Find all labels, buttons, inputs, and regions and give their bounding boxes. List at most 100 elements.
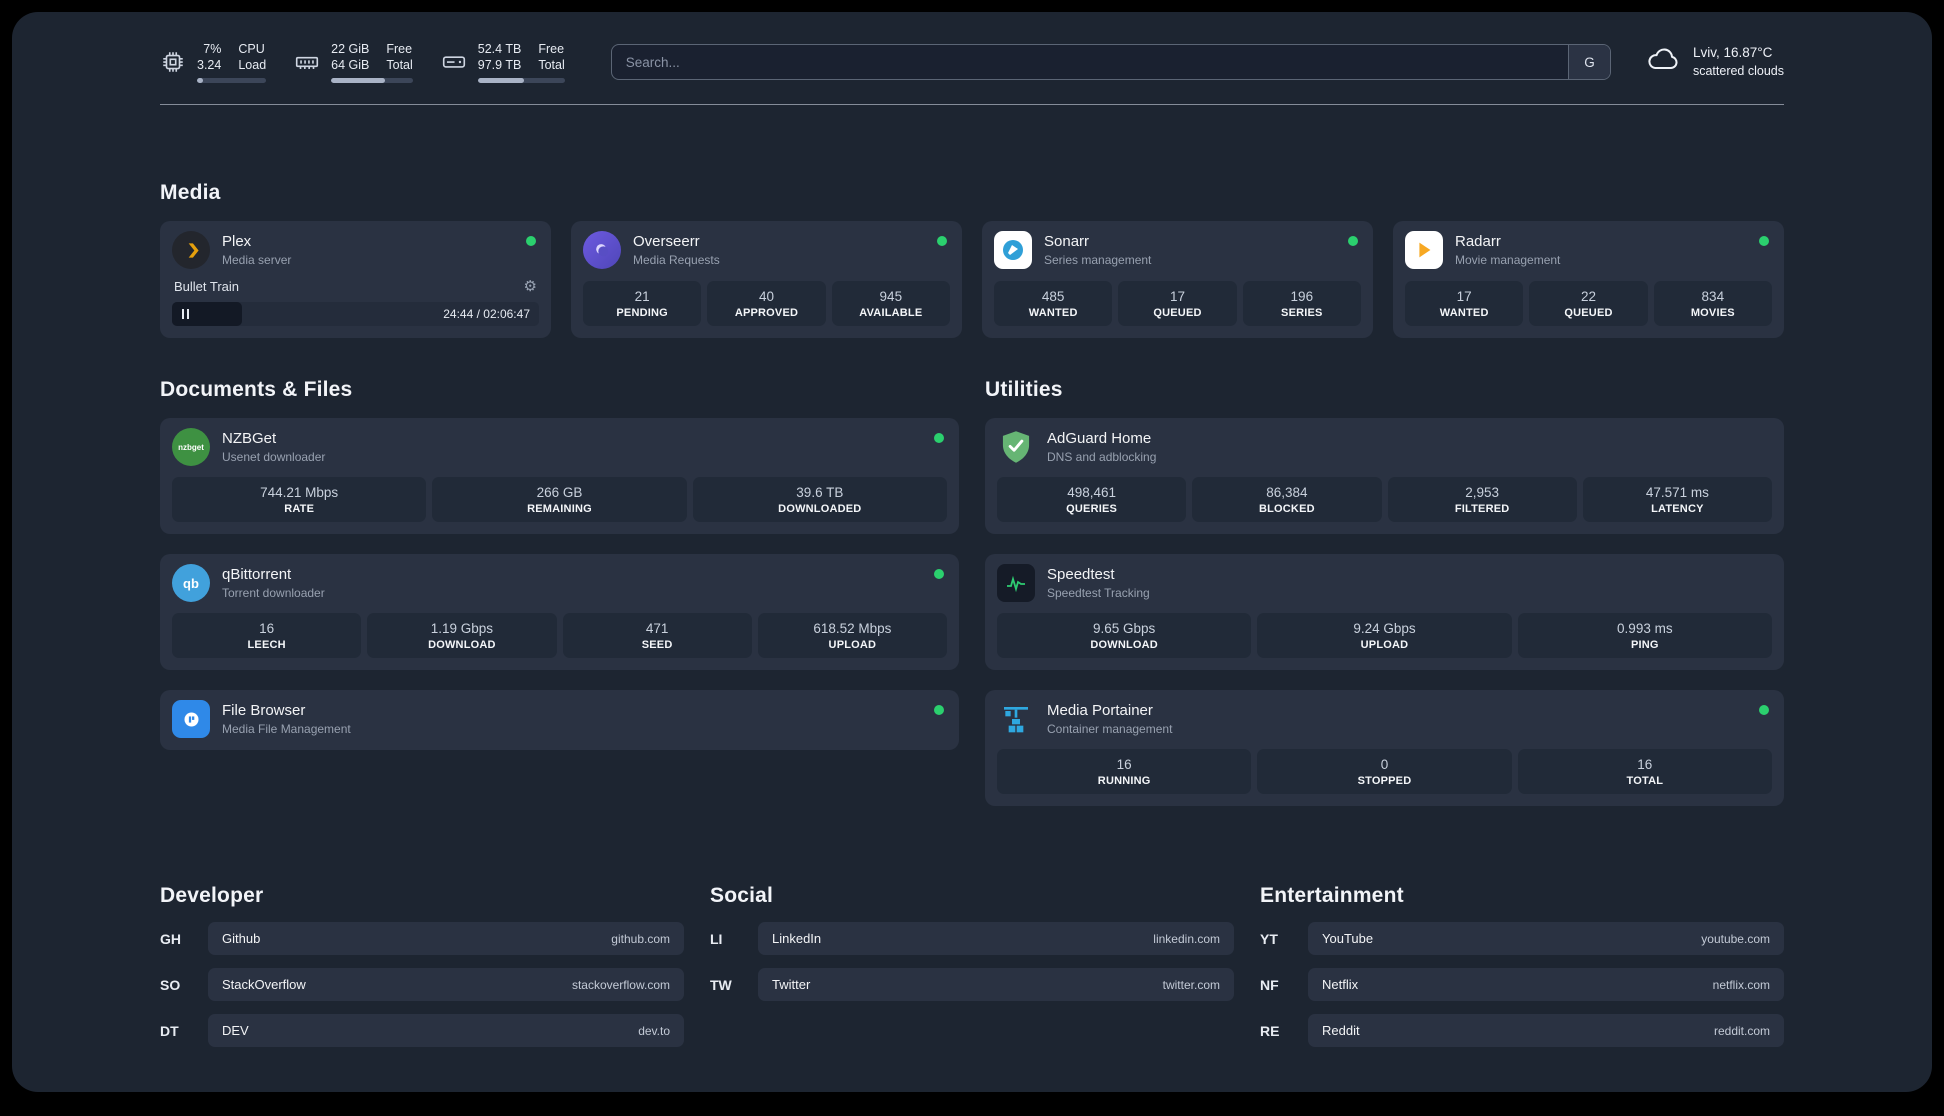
app-card-qbittorrent[interactable]: qb qBittorrent Torrent downloader 16 LEE… xyxy=(160,554,959,670)
stat-value: 1.19 Gbps xyxy=(430,621,494,636)
stat-value: 16 xyxy=(1637,757,1653,772)
stat-box: 17 WANTED xyxy=(1405,281,1524,326)
app-name: Sonarr xyxy=(1044,233,1090,250)
app-card-overseerr[interactable]: Overseerr Media Requests 21 PENDING 40 A… xyxy=(571,221,962,338)
stat-box: 498,461 QUERIES xyxy=(997,477,1187,522)
section-title-media: Media xyxy=(160,181,221,204)
app-card-speedtest[interactable]: Speedtest Speedtest Tracking 9.65 Gbps D… xyxy=(985,554,1784,670)
cpu-widget: 7% 3.24 CPU Load xyxy=(160,41,267,84)
bookmark-name: Netflix xyxy=(1322,977,1359,992)
section-title-documents: Documents & Files xyxy=(160,378,353,401)
app-card-filebrowser[interactable]: File Browser Media File Management xyxy=(160,690,959,750)
bookmark-group-entertainment: Entertainment YT YouTube youtube.com NF … xyxy=(1260,884,1784,1047)
gear-icon[interactable]: ⚙ xyxy=(524,277,537,295)
stat-label: STOPPED xyxy=(1357,775,1412,787)
status-dot xyxy=(937,236,947,246)
stat-box: 266 GB REMAINING xyxy=(432,477,687,522)
app-name: Overseerr xyxy=(633,233,700,250)
stat-label: SEED xyxy=(641,639,673,651)
bookmark-link[interactable]: Twitter twitter.com xyxy=(758,968,1234,1001)
stat-value: 9.65 Gbps xyxy=(1093,621,1156,636)
search-input[interactable] xyxy=(611,45,1568,79)
section-title-developer: Developer xyxy=(160,884,264,907)
status-dot xyxy=(934,705,944,715)
app-subtitle: Speedtest Tracking xyxy=(1047,586,1150,600)
plex-icon xyxy=(172,231,210,269)
disk-label-1: Free xyxy=(538,41,565,56)
stat-box: 0.993 ms PING xyxy=(1517,613,1772,658)
cloud-icon xyxy=(1645,45,1681,78)
stat-label: FILTERED xyxy=(1454,503,1510,515)
cpu-load-value: 3.24 xyxy=(197,58,222,72)
app-card-plex[interactable]: Plex Media server Bullet Train ⚙ 24:44 / xyxy=(160,221,551,338)
bookmark-name: YouTube xyxy=(1322,931,1374,946)
app-subtitle: Media Requests xyxy=(633,253,720,267)
stat-label: AVAILABLE xyxy=(859,307,923,319)
bookmark-link[interactable]: Reddit reddit.com xyxy=(1308,1014,1784,1047)
stat-label: QUERIES xyxy=(1066,503,1118,515)
bookmark-link[interactable]: StackOverflow stackoverflow.com xyxy=(208,968,684,1001)
stat-label: DOWNLOAD xyxy=(1090,639,1158,651)
bookmark-reddit: RE Reddit reddit.com xyxy=(1260,1014,1784,1047)
search-provider-button[interactable]: G xyxy=(1567,45,1610,79)
stat-value: 17 xyxy=(1456,289,1472,304)
app-subtitle: Media File Management xyxy=(222,722,351,736)
app-card-radarr[interactable]: Radarr Movie management 17 WANTED 22 QUE… xyxy=(1393,221,1784,338)
bookmark-abbr: SO xyxy=(160,976,181,993)
app-subtitle: Series management xyxy=(1044,253,1152,267)
radarr-icon xyxy=(1405,231,1443,269)
stat-label: WANTED xyxy=(1439,307,1489,319)
bookmark-name: LinkedIn xyxy=(772,931,822,946)
memory-free-value: 22 GiB xyxy=(331,41,370,56)
pause-icon[interactable] xyxy=(182,309,189,319)
stat-value: 485 xyxy=(1041,289,1065,304)
bookmark-link[interactable]: Github github.com xyxy=(208,922,684,955)
stat-box: 40 APPROVED xyxy=(707,281,826,326)
bookmark-domain: github.com xyxy=(611,931,670,946)
app-subtitle: Container management xyxy=(1047,722,1173,736)
stat-label: PENDING xyxy=(616,307,668,319)
bookmark-link[interactable]: DEV dev.to xyxy=(208,1014,684,1047)
stat-box: 16 LEECH xyxy=(172,613,362,658)
memory-progress-bar xyxy=(331,78,413,84)
stat-value: 22 xyxy=(1580,289,1596,304)
stat-box: 17 QUEUED xyxy=(1118,281,1237,326)
bookmark-domain: youtube.com xyxy=(1701,931,1770,946)
app-card-nzbget[interactable]: nzbget NZBGet Usenet downloader 744.21 M… xyxy=(160,418,959,534)
bookmark-group-social: Social LI LinkedIn linkedin.com TW Twitt… xyxy=(710,884,1234,1001)
overseerr-icon xyxy=(583,231,621,269)
speedtest-icon xyxy=(997,564,1035,602)
app-card-adguard[interactable]: AdGuard Home DNS and adblocking 498,461 … xyxy=(985,418,1784,534)
app-card-portainer[interactable]: Media Portainer Container management 16 … xyxy=(985,690,1784,806)
app-name: Media Portainer xyxy=(1047,702,1153,719)
bookmark-name: Reddit xyxy=(1322,1023,1360,1038)
app-name: NZBGet xyxy=(222,430,277,447)
bookmark-link[interactable]: YouTube youtube.com xyxy=(1308,922,1784,955)
cpu-progress-bar xyxy=(197,78,267,84)
stat-label: PING xyxy=(1630,639,1659,651)
stat-box: 471 SEED xyxy=(562,613,752,658)
bookmark-link[interactable]: LinkedIn linkedin.com xyxy=(758,922,1234,955)
playback-progress-bar[interactable]: 24:44 / 02:06:47 xyxy=(172,302,539,326)
portainer-icon xyxy=(997,700,1035,738)
bookmark-name: Twitter xyxy=(772,977,811,992)
bookmark-abbr: NF xyxy=(1260,976,1279,993)
top-bar: 7% 3.24 CPU Load 22 GiB 64 GiB Free Tota… xyxy=(160,38,1784,86)
stat-value: 945 xyxy=(879,289,903,304)
now-playing-title: Bullet Train xyxy=(174,278,240,294)
stat-label: QUEUED xyxy=(1153,307,1202,319)
stat-value: 40 xyxy=(758,289,774,304)
stat-box: 744.21 Mbps RATE xyxy=(172,477,427,522)
stat-value: 0.993 ms xyxy=(1617,621,1673,636)
bookmark-link[interactable]: Netflix netflix.com xyxy=(1308,968,1784,1001)
stat-value: 0 xyxy=(1380,757,1389,772)
bookmark-domain: twitter.com xyxy=(1162,977,1220,992)
qbittorrent-icon: qb xyxy=(172,564,210,602)
stat-value: 744.21 Mbps xyxy=(260,485,339,500)
bookmark-abbr: TW xyxy=(710,976,732,993)
stat-label: APPROVED xyxy=(734,307,799,319)
app-card-sonarr[interactable]: Sonarr Series management 485 WANTED 17 Q… xyxy=(982,221,1373,338)
stat-box: 86,384 BLOCKED xyxy=(1192,477,1382,522)
stat-label: WANTED xyxy=(1028,307,1078,319)
dashboard: 7% 3.24 CPU Load 22 GiB 64 GiB Free Tota… xyxy=(12,12,1932,1092)
